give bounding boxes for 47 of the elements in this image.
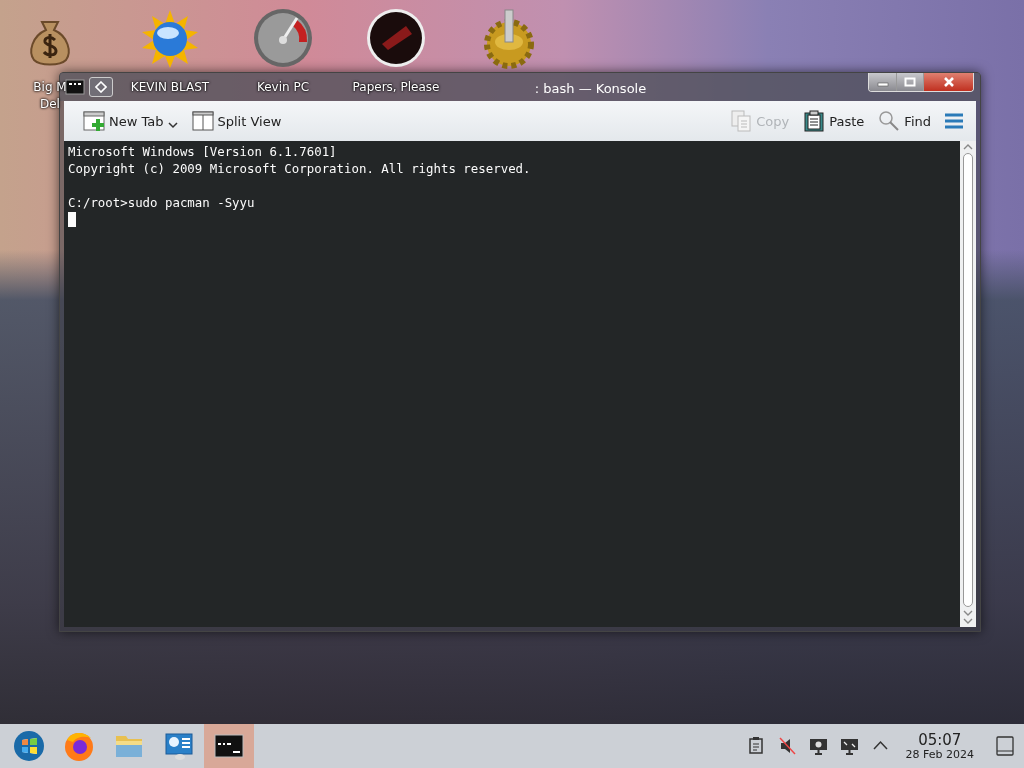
terminal-line: Copyright (c) 2009 Microsoft Corporation. All rights reserved. [68,160,531,177]
clock-time[interactable]: 05:07 [918,731,962,748]
split-view-icon [191,110,214,132]
close-icon [942,77,955,87]
desktop-icon-label[interactable]: Kevin PC [256,79,310,96]
caret-icon [167,121,178,129]
menu-icon [944,113,964,129]
toolbar-button[interactable]: New Tab [78,108,183,134]
fox-globe-icon [63,730,95,762]
terminal-line: Microsoft Windows [Version 6.1.7601] [68,143,337,160]
sun-globe-icon[interactable] [140,8,200,70]
toolbar-button[interactable]: Find [873,108,936,134]
maximize-button[interactable] [896,73,923,91]
toolbar-button[interactable]: Split View [186,108,287,134]
search-icon [878,110,901,132]
scrollbar[interactable] [960,141,976,627]
window-title: : bash — Konsole [534,79,647,96]
monitor-icon[interactable] [808,736,828,756]
scrollbar-thumb[interactable] [963,153,973,607]
start-orb-icon [13,730,45,762]
new-tab-icon [83,110,105,132]
clock-date[interactable]: 28 Feb 2024 [905,747,974,761]
clipboard-icon [803,110,826,132]
scroll-down-icon[interactable] [963,609,973,625]
muted-speaker-icon[interactable] [777,736,797,756]
show-desktop-icon [996,736,1014,756]
diamond-icon [95,81,107,93]
copy-icon [730,110,753,132]
close-button[interactable] [923,73,973,91]
show-desktop-button[interactable] [994,734,1016,758]
terminal-line: C:/root>sudo pacman -Syyu [68,194,255,211]
desktop-icon-label[interactable]: Big M Del [33,79,67,113]
desktop-icon-label[interactable]: Papers, Please [352,79,440,96]
text-cursor [68,212,76,227]
maximize-icon [904,77,916,87]
dark-disc-icon[interactable] [366,8,426,70]
pin-button[interactable] [89,77,113,97]
toolbar-button[interactable]: Paste [798,108,870,134]
clipboard-icon[interactable] [746,736,766,756]
gauge-icon[interactable] [253,8,313,70]
taskbar-button[interactable] [204,724,254,768]
terminal-area[interactable]: Microsoft Windows [Version 6.1.7601] Copyright (c) 2009 Microsoft Corporation. All rights reserved. C:/root>sudo pacman -Syyu [64,141,960,627]
terminal-icon[interactable] [65,79,85,95]
display-icon[interactable] [839,736,859,756]
scroll-up-icon[interactable] [963,143,973,151]
desktop-icon-label[interactable]: KEVIN BLAST [130,79,210,96]
control-panel-icon [163,730,195,762]
